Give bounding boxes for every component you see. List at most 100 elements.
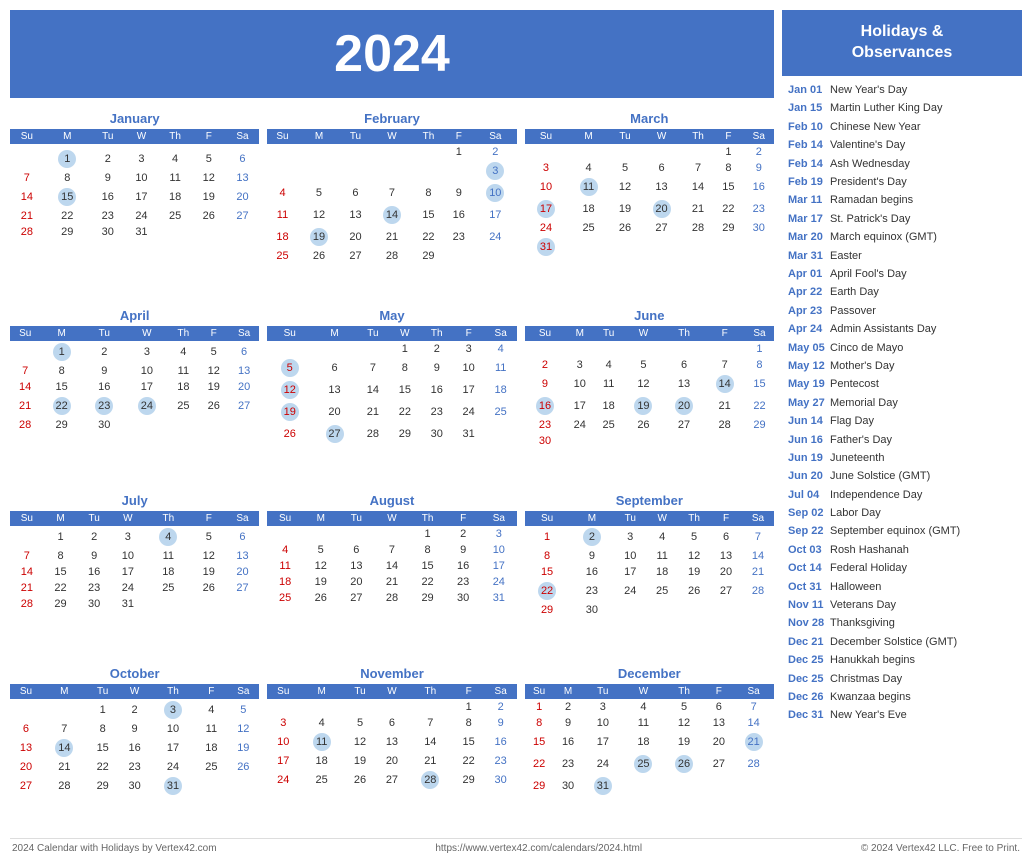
day-cell: 11 [267, 558, 303, 574]
day-cell: 12 [192, 170, 226, 186]
day-cell [10, 699, 42, 721]
holiday-name: Hanukkah begins [830, 653, 915, 668]
day-cell: 29 [413, 248, 443, 264]
day-cell: 11 [623, 715, 664, 731]
month-july: JulySuMTuWThFSa1234567891011121314151617… [10, 490, 259, 655]
day-cell: 22 [413, 226, 443, 248]
day-cell: 25 [485, 401, 517, 423]
day-cell: 23 [554, 753, 583, 775]
day-cell: 21 [733, 731, 774, 753]
day-cell: 21 [357, 401, 389, 423]
month-june: JuneSuMTuWThFSa1234567891011121314151617… [525, 305, 774, 482]
day-cell: 27 [10, 775, 42, 797]
day-cell: 21 [683, 198, 713, 220]
holiday-date: Dec 31 [788, 708, 826, 723]
day-cell [445, 606, 481, 610]
day-cell: 8 [453, 715, 485, 731]
day-cell: 16 [569, 564, 614, 580]
month-september: SeptemberSuMTuWThFSa12345678910111213141… [525, 490, 774, 655]
day-cell: 8 [87, 721, 119, 737]
day-cell: 18 [299, 753, 344, 769]
day-cell: 22 [40, 395, 83, 417]
day-cell: 7 [10, 363, 40, 379]
day-cell: 5 [192, 526, 226, 548]
day-cell: 25 [623, 753, 664, 775]
day-cell [664, 433, 705, 449]
day-cell: 19 [678, 564, 710, 580]
footer: 2024 Calendar with Holidays by Vertex42.… [10, 838, 1022, 858]
day-cell: 14 [408, 731, 453, 753]
holiday-name: Ramadan begins [830, 193, 913, 208]
holiday-date: Feb 10 [788, 120, 826, 135]
day-cell: 25 [646, 580, 678, 602]
holiday-item: Feb 14Valentine's Day [786, 137, 1018, 155]
day-cell [389, 445, 421, 449]
day-cell: 8 [389, 357, 421, 379]
day-cell [474, 248, 517, 264]
day-cell: 14 [10, 186, 44, 208]
day-cell [357, 341, 389, 357]
day-cell: 25 [158, 208, 192, 224]
day-cell [10, 612, 44, 616]
day-cell: 5 [610, 160, 640, 176]
day-cell: 6 [226, 148, 260, 170]
day-cell: 19 [623, 395, 664, 417]
day-cell [168, 433, 198, 437]
day-cell: 9 [119, 721, 151, 737]
day-cell: 9 [91, 170, 125, 186]
day-cell: 12 [199, 363, 229, 379]
day-cell [733, 775, 774, 797]
day-cell [554, 797, 583, 801]
day-cell [485, 791, 517, 795]
day-cell: 3 [125, 148, 159, 170]
day-cell: 30 [421, 423, 453, 445]
day-cell: 3 [453, 341, 485, 357]
holiday-item: May 12Mother's Day [786, 357, 1018, 375]
day-cell: 8 [44, 548, 78, 564]
day-cell: 14 [42, 737, 87, 759]
day-cell [145, 612, 192, 616]
day-cell: 24 [474, 226, 517, 248]
day-cell: 12 [344, 731, 376, 753]
holiday-item: May 27Memorial Day [786, 394, 1018, 412]
day-cell: 9 [444, 182, 474, 204]
day-cell: 11 [646, 548, 678, 564]
day-cell: 24 [125, 208, 159, 224]
day-cell: 18 [567, 198, 610, 220]
day-cell: 9 [554, 715, 583, 731]
day-cell: 20 [640, 198, 683, 220]
footer-right: © 2024 Vertex42 LLC. Free to Print. [861, 843, 1020, 854]
holiday-name: Federal Holiday [830, 561, 907, 576]
day-cell: 4 [158, 148, 192, 170]
day-cell: 1 [410, 526, 446, 542]
day-cell [10, 148, 44, 170]
day-cell: 16 [83, 379, 126, 395]
holiday-name: Veterans Day [830, 598, 896, 613]
holiday-date: Dec 25 [788, 672, 826, 687]
day-cell [10, 526, 44, 548]
day-cell: 25 [168, 395, 198, 417]
day-cell: 13 [312, 379, 357, 401]
day-cell: 27 [704, 753, 733, 775]
month-title: March [525, 108, 774, 129]
day-cell: 18 [485, 379, 517, 401]
holiday-date: Apr 22 [788, 285, 826, 300]
day-cell: 22 [44, 208, 91, 224]
day-cell [742, 602, 774, 618]
day-cell: 13 [226, 170, 260, 186]
day-cell: 20 [226, 186, 260, 208]
day-cell: 10 [125, 170, 159, 186]
day-cell [227, 775, 259, 797]
day-cell: 26 [227, 759, 259, 775]
day-cell [413, 144, 443, 160]
day-cell: 9 [445, 542, 481, 558]
day-cell: 28 [42, 775, 87, 797]
day-cell: 19 [664, 731, 705, 753]
holiday-item: Oct 14Federal Holiday [786, 560, 1018, 578]
day-cell: 4 [594, 357, 623, 373]
holiday-name: St. Patrick's Day [830, 212, 910, 227]
day-cell: 7 [371, 182, 414, 204]
day-cell [678, 602, 710, 618]
holiday-name: December Solstice (GMT) [830, 635, 957, 650]
day-cell: 27 [640, 220, 683, 236]
